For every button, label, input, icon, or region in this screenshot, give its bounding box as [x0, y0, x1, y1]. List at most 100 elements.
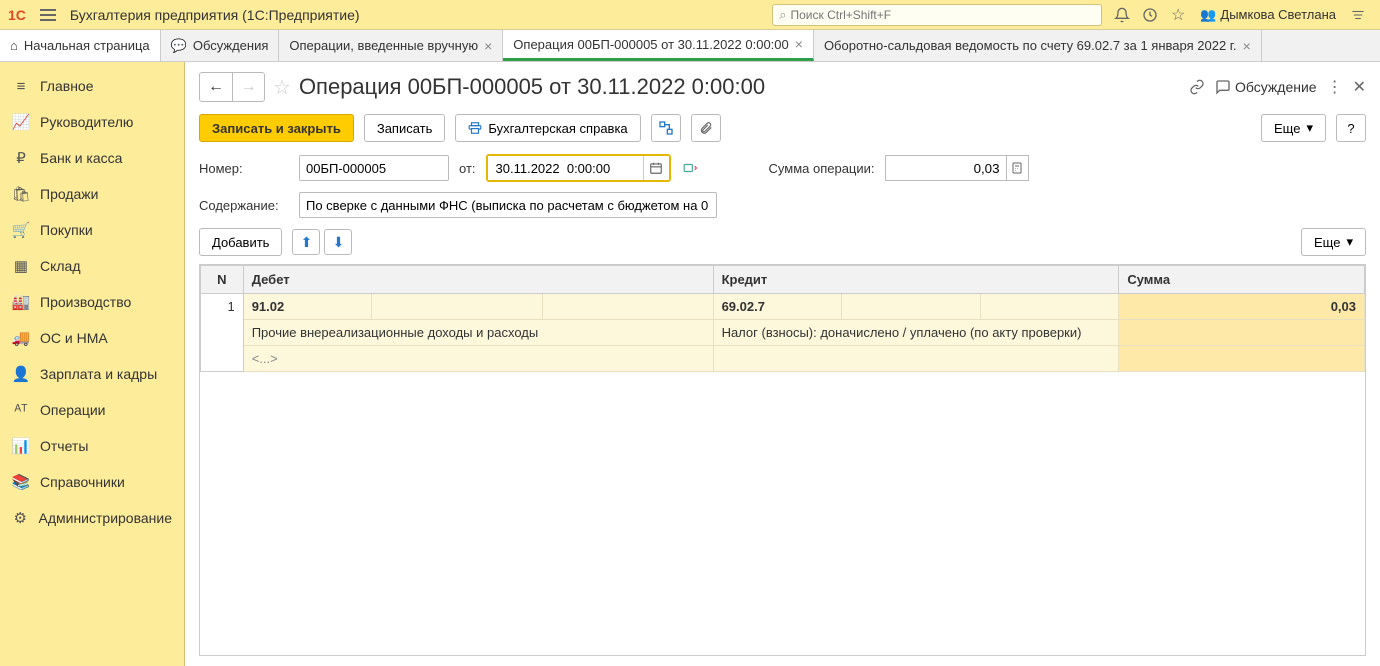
content-input[interactable]: [299, 192, 717, 218]
global-search[interactable]: ⌕: [772, 4, 1102, 26]
discussion-button[interactable]: Обсуждение: [1215, 79, 1317, 95]
forward-button[interactable]: →: [232, 73, 264, 101]
sidebar-item-operations[interactable]: ᴬᵀОперации: [0, 392, 184, 428]
page-title: Операция 00БП-000005 от 30.11.2022 0:00:…: [299, 74, 1181, 100]
cell-credit-sub1[interactable]: [841, 294, 980, 320]
col-n[interactable]: N: [201, 266, 244, 294]
amount-label: Сумма операции:: [769, 161, 875, 176]
cell-n: 1: [201, 294, 244, 372]
print-button[interactable]: Бухгалтерская справка: [455, 114, 640, 142]
sidebar-item-label: Главное: [40, 78, 94, 94]
sidebar-item-assets[interactable]: 🚚ОС и НМА: [0, 320, 184, 356]
col-sum[interactable]: Сумма: [1119, 266, 1365, 294]
menu-icon[interactable]: [34, 6, 62, 24]
cell-debit-desc[interactable]: Прочие внереализационные доходы и расход…: [243, 320, 713, 346]
calculator-icon[interactable]: [1006, 156, 1028, 180]
table-row[interactable]: Прочие внереализационные доходы и расход…: [201, 320, 1365, 346]
attach-button[interactable]: [691, 114, 721, 142]
cell-debit-sub2[interactable]: [542, 294, 713, 320]
number-input[interactable]: [299, 155, 449, 181]
sidebar-item-admin[interactable]: ⚙Администрирование: [0, 500, 184, 536]
col-debit[interactable]: Дебет: [243, 266, 713, 294]
history-icon[interactable]: [1136, 1, 1164, 29]
tab-home[interactable]: ⌂ Начальная страница: [0, 30, 161, 61]
calendar-icon[interactable]: [643, 156, 669, 180]
sidebar-item-catalogs[interactable]: 📚 Справочники: [0, 464, 184, 500]
cell-debit-sub1[interactable]: [371, 294, 542, 320]
back-button[interactable]: ←: [200, 73, 232, 101]
user-name: Дымкова Светлана: [1220, 7, 1336, 22]
chevron-down-icon: ▾: [1306, 120, 1313, 136]
add-row-button[interactable]: Добавить: [199, 228, 282, 256]
move-down-button[interactable]: ⬇: [324, 229, 352, 255]
sidebar-item-label: ОС и НМА: [40, 330, 108, 346]
sidebar-item-production[interactable]: 🏭Производство: [0, 284, 184, 320]
move-up-button[interactable]: ⬆: [292, 229, 320, 255]
favorite-star-icon[interactable]: ☆: [273, 75, 291, 100]
user-menu[interactable]: 👥 Дымкова Светлана: [1192, 7, 1344, 23]
sidebar-item-label: Банк и касса: [40, 150, 122, 166]
tab-discussions[interactable]: 💬 Обсуждения: [161, 30, 280, 61]
close-icon[interactable]: ×: [484, 38, 492, 54]
page-header: ← → ☆ Операция 00БП-000005 от 30.11.2022…: [199, 72, 1366, 102]
discussion-label: Обсуждение: [1235, 79, 1317, 95]
close-icon[interactable]: ✕: [1353, 77, 1366, 97]
gear-icon: ⚙: [12, 509, 29, 527]
number-label: Номер:: [199, 161, 289, 176]
cell-credit-desc[interactable]: Налог (взносы): доначислено / уплачено (…: [713, 320, 1119, 346]
books-icon: 📚: [12, 473, 30, 491]
cell-credit-sub2[interactable]: [980, 294, 1119, 320]
search-input[interactable]: [791, 8, 1096, 22]
table-more-button[interactable]: Еще ▾: [1301, 228, 1366, 256]
bell-icon[interactable]: [1108, 1, 1136, 29]
cell-empty[interactable]: [1119, 320, 1365, 346]
close-icon[interactable]: ×: [1243, 38, 1251, 54]
star-icon[interactable]: ☆: [1164, 1, 1192, 29]
window-controls-icon[interactable]: [1344, 1, 1372, 29]
sidebar-item-main[interactable]: ≡Главное: [0, 68, 184, 104]
date-input-group: [486, 154, 671, 182]
sidebar-item-label: Отчеты: [40, 438, 88, 454]
cell-debit-account[interactable]: 91.02: [243, 294, 371, 320]
cell-sum[interactable]: 0,03: [1119, 294, 1365, 320]
refresh-icon[interactable]: [681, 161, 699, 175]
sidebar-item-sales[interactable]: 🛍Продажи: [0, 176, 184, 212]
table-row[interactable]: <...>: [201, 346, 1365, 372]
cell-extra[interactable]: <...>: [243, 346, 713, 372]
sidebar-item-manager[interactable]: 📈Руководителю: [0, 104, 184, 140]
save-button[interactable]: Записать: [364, 114, 446, 142]
more-button[interactable]: Еще ▾: [1261, 114, 1326, 142]
users-icon: 👥: [1200, 7, 1216, 23]
content-area: ← → ☆ Операция 00БП-000005 от 30.11.2022…: [185, 62, 1380, 666]
sidebar-item-label: Справочники: [40, 474, 125, 490]
cell-credit-account[interactable]: 69.02.7: [713, 294, 841, 320]
tab-operations-list[interactable]: Операции, введенные вручную ×: [279, 30, 503, 61]
sidebar-item-label: Операции: [40, 402, 106, 418]
tab-label: Оборотно-сальдовая ведомость по счету 69…: [824, 38, 1237, 53]
chevron-down-icon: ▾: [1346, 234, 1353, 250]
table-row[interactable]: 1 91.02 69.02.7 0,03: [201, 294, 1365, 320]
cell-empty[interactable]: [1119, 346, 1365, 372]
sidebar-item-bank[interactable]: ₽ Банк и касса: [0, 140, 184, 176]
tab-operation-doc[interactable]: Операция 00БП-000005 от 30.11.2022 0:00:…: [503, 30, 814, 61]
amount-input[interactable]: [886, 161, 1006, 176]
ruble-icon: ₽: [12, 149, 30, 167]
tab-turnover-report[interactable]: Оборотно-сальдовая ведомость по счету 69…: [814, 30, 1262, 61]
link-records-button[interactable]: [651, 114, 681, 142]
app-title: Бухгалтерия предприятия (1С:Предприятие): [70, 7, 360, 23]
sidebar-item-purchases[interactable]: 🛒Покупки: [0, 212, 184, 248]
date-input[interactable]: [488, 156, 643, 180]
close-icon[interactable]: ×: [795, 36, 803, 52]
col-credit[interactable]: Кредит: [713, 266, 1119, 294]
logo-1c: 1C: [8, 7, 26, 23]
link-icon[interactable]: [1189, 79, 1205, 95]
tab-label: Обсуждения: [193, 38, 269, 53]
cell-empty[interactable]: [713, 346, 1119, 372]
help-button[interactable]: ?: [1336, 114, 1366, 142]
app-header: 1C Бухгалтерия предприятия (1С:Предприят…: [0, 0, 1380, 30]
sidebar-item-warehouse[interactable]: ▦Склад: [0, 248, 184, 284]
kebab-icon[interactable]: ⋮: [1327, 77, 1343, 97]
sidebar-item-reports[interactable]: 📊Отчеты: [0, 428, 184, 464]
save-close-button[interactable]: Записать и закрыть: [199, 114, 354, 142]
sidebar-item-hr[interactable]: 👤Зарплата и кадры: [0, 356, 184, 392]
